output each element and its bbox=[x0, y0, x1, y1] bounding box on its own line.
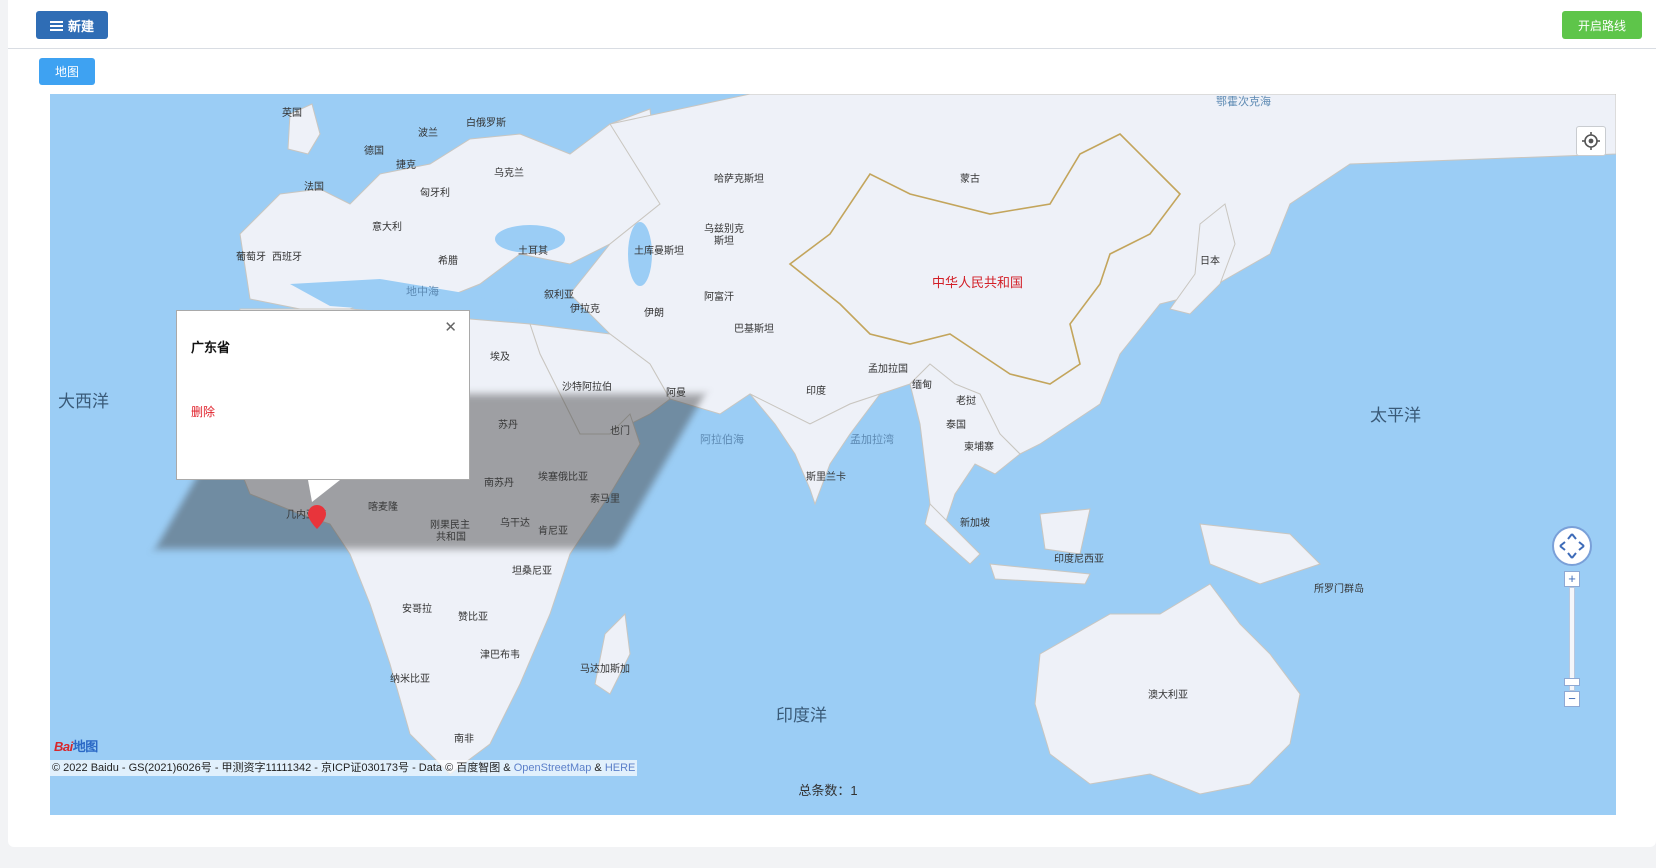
label-myanmar: 缅甸 bbox=[912, 380, 932, 391]
label-saudi: 沙特阿拉伯 bbox=[562, 382, 612, 393]
label-pakistan: 巴基斯坦 bbox=[734, 324, 774, 335]
label-solomon: 所罗门群岛 bbox=[1314, 584, 1364, 595]
map-canvas[interactable]: 英国 波兰 白俄罗斯 德国 捷克 乌克兰 法国 匈牙利 意大利 葡萄牙 西班牙 … bbox=[50, 94, 1616, 815]
label-kazakhstan: 哈萨克斯坦 bbox=[714, 174, 764, 185]
label-thailand: 泰国 bbox=[946, 420, 966, 431]
label-mongolia: 蒙古 bbox=[960, 174, 980, 185]
label-france: 法国 bbox=[304, 182, 324, 193]
label-mediterranean: 地中海 bbox=[406, 286, 439, 298]
label-pacific: 太平洋 bbox=[1370, 406, 1421, 425]
label-ukraine: 乌克兰 bbox=[494, 168, 524, 179]
info-window-pointer bbox=[308, 480, 340, 502]
map-copyright: © 2022 Baidu - GS(2021)6026号 - 甲测资字11111… bbox=[50, 760, 638, 776]
label-belarus: 白俄罗斯 bbox=[466, 118, 506, 129]
label-poland: 波兰 bbox=[418, 128, 438, 139]
start-route-button[interactable]: 开启路线 bbox=[1562, 11, 1642, 39]
here-link[interactable]: HERE bbox=[605, 762, 636, 774]
label-laos: 老挝 bbox=[956, 396, 976, 407]
total-count: 总条数：1 bbox=[798, 783, 858, 798]
label-uk: 英国 bbox=[282, 108, 302, 119]
label-cambodia: 柬埔寨 bbox=[964, 442, 994, 453]
new-button-label: 新建 bbox=[67, 18, 94, 34]
label-portugal: 葡萄牙 bbox=[236, 252, 266, 263]
zoom-out-button[interactable]: − bbox=[1564, 691, 1580, 707]
label-japan: 日本 bbox=[1200, 256, 1220, 267]
label-iraq: 伊拉克 bbox=[570, 304, 600, 315]
label-spain: 西班牙 bbox=[272, 252, 302, 263]
label-okhotsk: 鄂霍次克海 bbox=[1216, 96, 1271, 108]
delete-link[interactable]: 删除 bbox=[191, 403, 215, 420]
label-arabian-sea: 阿拉伯海 bbox=[700, 434, 744, 446]
zoom-in-button[interactable]: + bbox=[1564, 571, 1580, 587]
info-window-title: 广东省 bbox=[191, 340, 231, 355]
info-window: 广东省 ✕ 删除 bbox=[176, 310, 470, 480]
label-italy: 意大利 bbox=[372, 222, 402, 233]
label-germany: 德国 bbox=[364, 146, 384, 157]
label-madagascar: 马达加斯加 bbox=[580, 664, 630, 675]
label-egypt: 埃及 bbox=[490, 352, 510, 363]
label-iran: 伊朗 bbox=[644, 308, 664, 319]
label-sri-lanka: 斯里兰卡 bbox=[806, 472, 846, 483]
locate-icon[interactable] bbox=[1576, 126, 1606, 156]
label-angola: 安哥拉 bbox=[402, 604, 432, 615]
close-icon[interactable]: ✕ bbox=[444, 318, 457, 336]
label-namibia: 纳米比亚 bbox=[390, 674, 430, 685]
zoom-slider-track[interactable] bbox=[1569, 587, 1575, 691]
copyright-amp: & bbox=[591, 762, 605, 774]
label-tanzania: 坦桑尼亚 bbox=[512, 566, 552, 577]
label-south-africa: 南非 bbox=[454, 734, 474, 745]
label-australia: 澳大利亚 bbox=[1148, 690, 1188, 701]
baidu-logo: Bai地图 bbox=[54, 736, 98, 755]
label-zambia: 赞比亚 bbox=[458, 612, 488, 623]
label-czech: 捷克 bbox=[396, 160, 416, 171]
zoom-slider-handle[interactable] bbox=[1564, 678, 1580, 686]
main-panel: 新建 开启路线 地图 英国 波兰 白俄罗斯 德国 捷克 乌克兰 法国 匈牙利 意… bbox=[8, 0, 1656, 847]
label-uzbekistan-1: 乌兹别克 bbox=[704, 224, 744, 235]
openstreetmap-link[interactable]: OpenStreetMap bbox=[514, 762, 592, 774]
baidu-logo-text: Bai bbox=[54, 739, 73, 754]
label-bay-bengal: 孟加拉湾 bbox=[850, 434, 894, 446]
label-turkey: 土耳其 bbox=[518, 246, 548, 257]
label-india: 印度 bbox=[806, 386, 826, 397]
toolbar: 新建 开启路线 bbox=[8, 0, 1656, 49]
label-uzbekistan-2: 斯坦 bbox=[714, 236, 734, 247]
label-indonesia: 印度尼西亚 bbox=[1054, 554, 1104, 565]
baidu-logo-suffix: 地图 bbox=[72, 739, 99, 754]
label-bangladesh: 孟加拉国 bbox=[868, 364, 908, 375]
label-china: 中华人民共和国 bbox=[932, 275, 1024, 290]
tab-map[interactable]: 地图 bbox=[39, 58, 95, 85]
label-zimbabwe: 津巴布韦 bbox=[480, 650, 520, 661]
label-greece: 希腊 bbox=[438, 256, 458, 267]
label-afghanistan: 阿富汗 bbox=[704, 292, 734, 303]
map-marker-icon[interactable] bbox=[308, 505, 326, 529]
label-indian-ocean: 印度洋 bbox=[776, 706, 827, 725]
copyright-text: © 2022 Baidu - GS(2021)6026号 - 甲测资字11111… bbox=[52, 762, 514, 774]
new-button[interactable]: 新建 bbox=[36, 11, 108, 39]
label-syria: 叙利亚 bbox=[544, 290, 574, 301]
label-atlantic: 大西洋 bbox=[58, 392, 109, 411]
label-hungary: 匈牙利 bbox=[420, 188, 450, 199]
pan-control[interactable] bbox=[1552, 526, 1592, 566]
label-singapore: 新加坡 bbox=[960, 518, 990, 529]
pan-arrows-icon bbox=[1559, 533, 1585, 559]
list-icon bbox=[49, 20, 63, 31]
label-turkmenistan: 土库曼斯坦 bbox=[634, 246, 684, 257]
